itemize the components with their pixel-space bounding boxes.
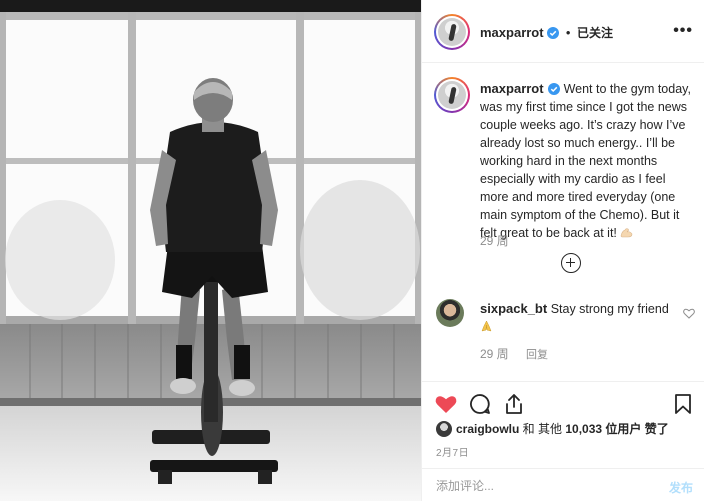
likes-text-end[interactable]: 位用户 赞了 xyxy=(602,422,668,436)
comment-meta: 29 周 回复 xyxy=(480,345,548,362)
liker-username[interactable]: craigbowlu xyxy=(456,422,519,436)
comment-bubble-icon[interactable] xyxy=(468,392,492,416)
caption-timestamp[interactable]: 29 周 xyxy=(480,232,509,249)
post-comment-button[interactable]: 发布 xyxy=(669,479,693,496)
share-icon[interactable] xyxy=(502,392,526,416)
comment: sixpack_bt Stay strong my friend xyxy=(480,300,680,336)
more-options-icon[interactable]: ••• xyxy=(673,22,693,40)
header-user-line: maxparrot • 已关注 xyxy=(480,24,613,41)
load-more-comments-icon[interactable] xyxy=(561,253,581,273)
post-actions: craigbowlu 和 其他 10,033 位用户 赞了 2月7日 发布 xyxy=(422,381,704,501)
comment-text: Stay strong my friend xyxy=(550,302,669,316)
caption-text: Went to the gym today, was my first time… xyxy=(480,82,691,240)
folded-hands-icon xyxy=(481,320,492,332)
flexed-biceps-icon xyxy=(621,228,633,238)
commenter-username[interactable]: sixpack_bt xyxy=(480,301,547,316)
post-caption: maxparrot Went to the gym today, was my … xyxy=(480,80,696,242)
bookmark-icon[interactable] xyxy=(671,392,695,416)
likes-text-mid: 和 其他 xyxy=(519,422,566,436)
likes-summary: craigbowlu 和 其他 10,033 位用户 赞了 xyxy=(436,420,669,437)
add-comment-input[interactable] xyxy=(422,469,652,501)
verified-badge-icon xyxy=(547,83,560,95)
add-comment-bar: 发布 xyxy=(422,468,704,501)
commenter-avatar[interactable] xyxy=(436,299,464,327)
author-username[interactable]: maxparrot xyxy=(480,25,544,40)
caption-author-avatar[interactable] xyxy=(434,77,470,113)
post-photo[interactable] xyxy=(0,0,421,501)
post-date[interactable]: 2月7日 xyxy=(436,444,469,459)
post-side-panel: maxparrot • 已关注 ••• maxparrot Went to th… xyxy=(421,0,704,501)
separator-dot: • xyxy=(565,25,571,40)
comment-like-heart-icon[interactable] xyxy=(683,308,695,319)
follow-status-button[interactable]: 已关注 xyxy=(577,26,613,40)
likes-count[interactable]: 10,033 xyxy=(565,422,602,436)
liker-avatar[interactable] xyxy=(436,421,452,437)
comment-timestamp[interactable]: 29 周 xyxy=(480,347,509,361)
post-header: maxparrot • 已关注 ••• xyxy=(422,0,704,63)
liked-heart-icon[interactable] xyxy=(434,392,458,416)
author-avatar[interactable] xyxy=(434,14,470,50)
gym-cyclist-photo xyxy=(0,0,421,501)
reply-button[interactable]: 回复 xyxy=(526,349,548,361)
caption-username[interactable]: maxparrot xyxy=(480,81,544,96)
verified-badge-icon xyxy=(547,27,560,39)
